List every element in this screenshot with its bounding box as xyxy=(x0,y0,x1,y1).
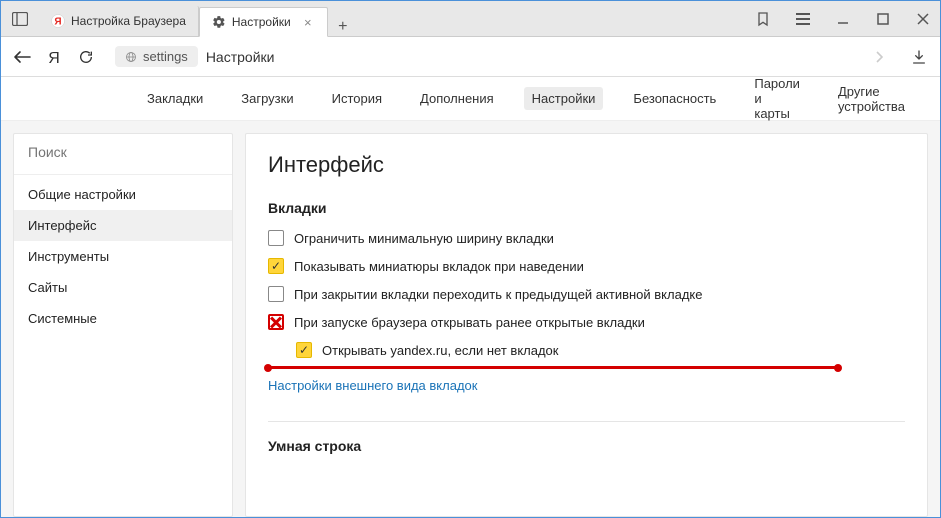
sidebar-item-sites[interactable]: Сайты xyxy=(14,272,232,303)
svg-text:Я: Я xyxy=(48,50,60,66)
window-controls xyxy=(752,1,940,36)
topnav-passwords[interactable]: Пароли и карты xyxy=(746,72,808,125)
minimize-button[interactable] xyxy=(832,8,854,30)
option-label: Ограничить минимальную ширину вкладки xyxy=(294,231,554,246)
sidebar-search xyxy=(14,134,232,172)
tab-1[interactable]: Настройки × xyxy=(199,7,328,37)
yandex-home-button[interactable]: Я xyxy=(43,46,65,68)
settings-main: Интерфейс Вкладки Ограничить минимальную… xyxy=(245,133,928,517)
sidebar-item-system[interactable]: Системные xyxy=(14,303,232,334)
tab-0[interactable]: Я Настройка Браузера xyxy=(39,6,199,36)
reload-button[interactable] xyxy=(75,46,97,68)
close-button[interactable] xyxy=(912,8,934,30)
checkbox[interactable] xyxy=(268,230,284,246)
option-label: Показывать миниатюры вкладок при наведен… xyxy=(294,259,584,274)
title-bar: Я Настройка Браузера Настройки × + xyxy=(1,1,940,37)
topnav-downloads[interactable]: Загрузки xyxy=(233,87,301,110)
url-chip: settings xyxy=(115,46,198,67)
side-panel-button[interactable] xyxy=(7,6,33,32)
address-bar: Я settings Настройки xyxy=(1,37,940,77)
section-separator xyxy=(268,421,905,422)
back-button[interactable] xyxy=(11,46,33,68)
settings-sidebar: Общие настройки Интерфейс Инструменты Са… xyxy=(13,133,233,517)
topnav-bookmarks[interactable]: Закладки xyxy=(139,87,211,110)
new-tab-button[interactable]: + xyxy=(328,18,358,36)
topnav-settings[interactable]: Настройки xyxy=(524,87,604,110)
checkbox[interactable] xyxy=(268,258,284,274)
topnav-other-devices[interactable]: Другие устройства xyxy=(830,80,913,118)
sidebar-item-general[interactable]: Общие настройки xyxy=(14,179,232,210)
close-icon[interactable]: × xyxy=(301,15,315,29)
option-label: При запуске браузера открывать ранее отк… xyxy=(294,315,645,330)
menu-icon[interactable] xyxy=(792,8,814,30)
section-tabs-title: Вкладки xyxy=(268,200,905,216)
option-open-yandex: Открывать yandex.ru, если нет вкладок xyxy=(296,342,905,358)
globe-icon xyxy=(125,51,137,63)
tab-title: Настройки xyxy=(232,15,291,29)
search-input[interactable] xyxy=(28,144,218,160)
gear-icon xyxy=(212,15,226,29)
yandex-icon: Я xyxy=(51,14,65,28)
content-area: Общие настройки Интерфейс Инструменты Са… xyxy=(1,121,940,517)
option-label: При закрытии вкладки переходить к предыд… xyxy=(294,287,702,302)
sidebar-separator xyxy=(14,174,232,175)
page-heading: Интерфейс xyxy=(268,152,905,178)
svg-text:Я: Я xyxy=(54,17,61,28)
sidebar-item-interface[interactable]: Интерфейс xyxy=(14,210,232,241)
downloads-button[interactable] xyxy=(908,46,930,68)
titlebar-left xyxy=(1,1,39,36)
settings-topnav: Закладки Загрузки История Дополнения Нас… xyxy=(1,77,940,121)
checkbox[interactable] xyxy=(268,286,284,302)
option-tab-thumbnails: Показывать миниатюры вкладок при наведен… xyxy=(268,258,905,274)
option-min-tab-width: Ограничить минимальную ширину вкладки xyxy=(268,230,905,246)
option-label: Открывать yandex.ru, если нет вкладок xyxy=(322,343,558,358)
checkbox[interactable] xyxy=(296,342,312,358)
bookmark-icon[interactable] xyxy=(752,8,774,30)
option-restore-tabs: При запуске браузера открывать ранее отк… xyxy=(268,314,905,330)
tab-title: Настройка Браузера xyxy=(71,14,186,28)
tabs-appearance-link[interactable]: Настройки внешнего вида вкладок xyxy=(268,378,477,393)
topnav-history[interactable]: История xyxy=(324,87,390,110)
maximize-button[interactable] xyxy=(872,8,894,30)
chevron-right-icon xyxy=(874,50,884,64)
omnibox-title: Настройки xyxy=(206,49,275,65)
omnibox[interactable]: settings Настройки xyxy=(107,43,892,71)
section-smartline-title: Умная строка xyxy=(268,438,905,454)
sidebar-item-tools[interactable]: Инструменты xyxy=(14,241,232,272)
url-chip-label: settings xyxy=(143,49,188,64)
topnav-security[interactable]: Безопасность xyxy=(625,87,724,110)
tab-strip: Я Настройка Браузера Настройки × + xyxy=(39,1,752,36)
annotation-underline xyxy=(268,366,838,369)
topnav-addons[interactable]: Дополнения xyxy=(412,87,502,110)
checkbox-annotated-cross[interactable] xyxy=(268,314,284,330)
option-prev-active-tab: При закрытии вкладки переходить к предыд… xyxy=(268,286,905,302)
